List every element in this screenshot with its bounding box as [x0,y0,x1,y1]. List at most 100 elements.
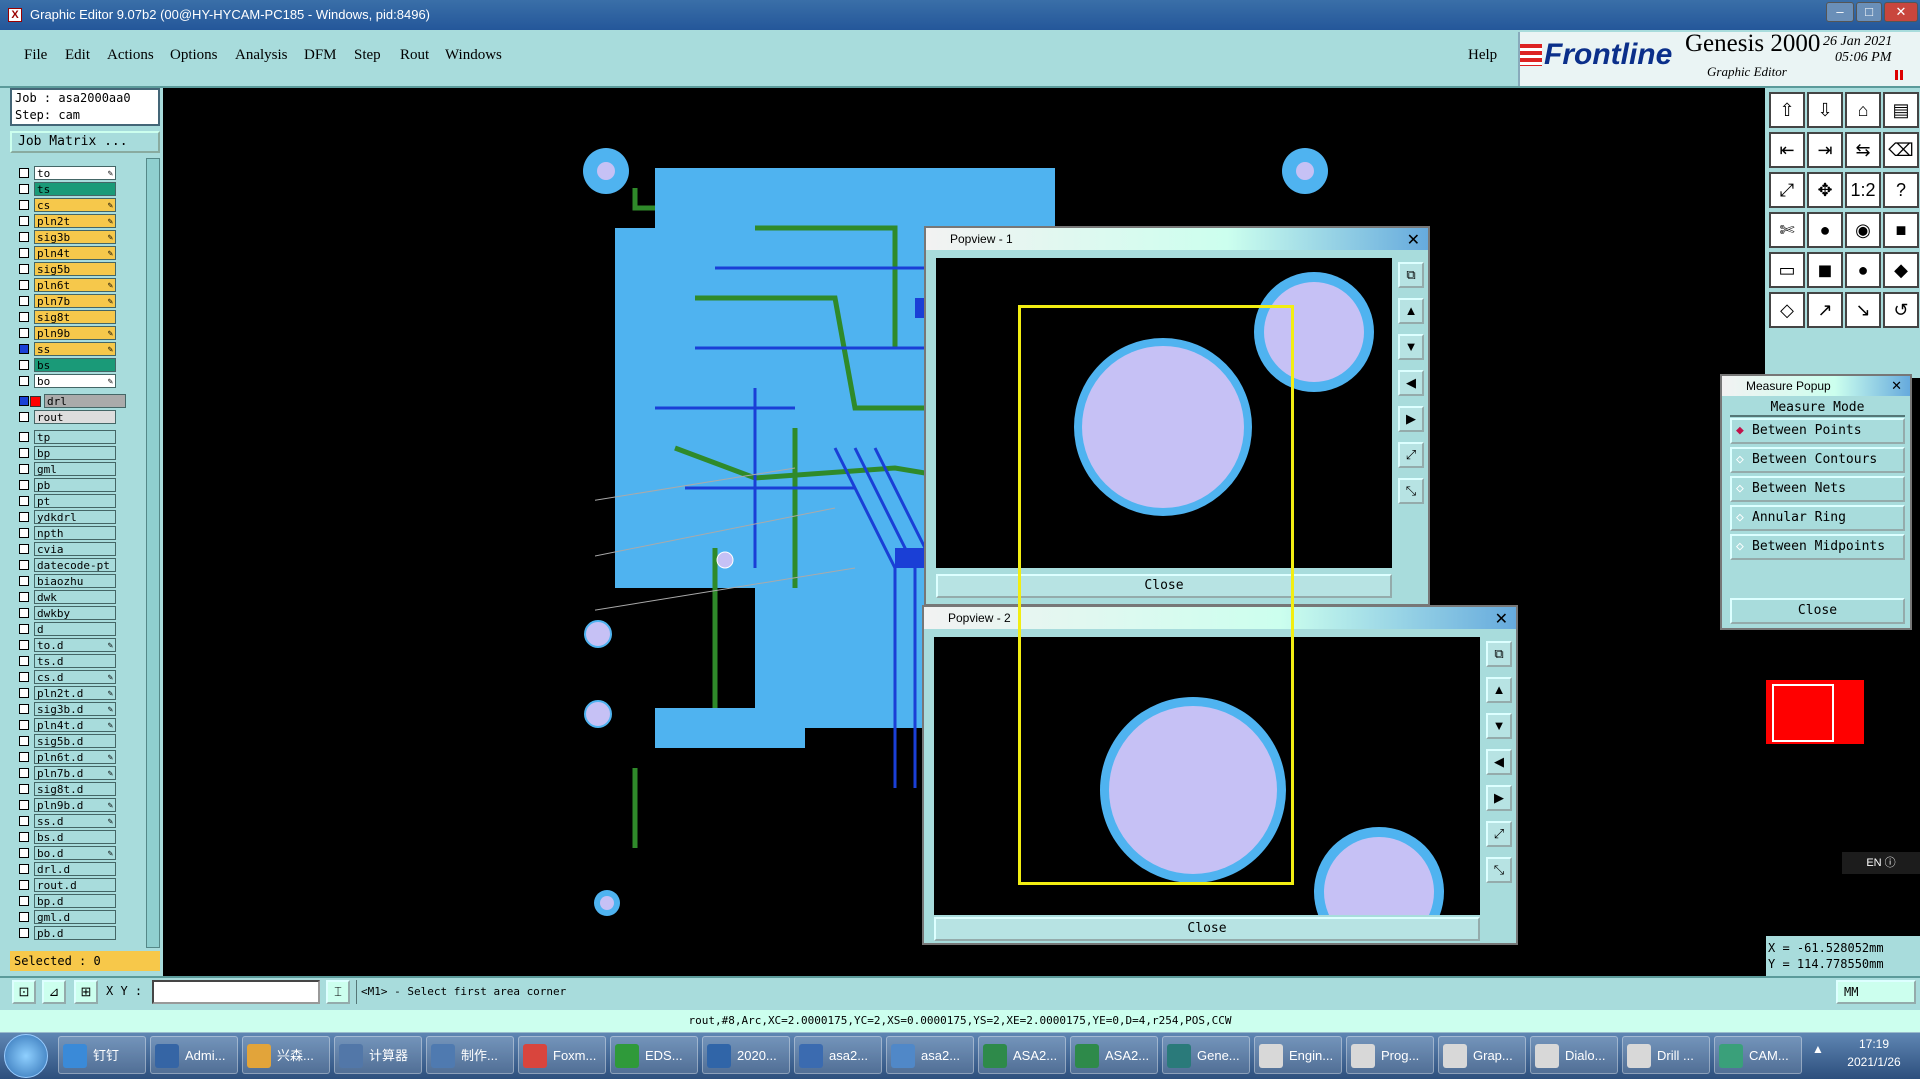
taskbar-item[interactable]: Engin... [1254,1036,1342,1074]
layer-visibility-checkbox[interactable] [19,248,29,258]
layer-visibility-checkbox[interactable] [19,496,29,506]
layer-visibility-checkbox[interactable] [19,896,29,906]
menu-analysis[interactable]: Analysis [235,47,288,64]
taskbar-item[interactable]: Drill ... [1622,1036,1710,1074]
rect-icon[interactable]: ▭ [1769,252,1805,288]
layer-name[interactable]: pln4t.d ✎ [34,718,116,732]
popview-1-zoom-out-icon[interactable]: ⤡ [1398,478,1424,504]
layer-name[interactable]: pt [34,494,116,508]
layer-row-pln2t[interactable]: pln2t ✎ [13,213,133,229]
menu-actions[interactable]: Actions [107,47,154,64]
layer-visibility-checkbox[interactable] [19,396,29,406]
layer-name[interactable]: pb.d [34,926,116,940]
layer-visibility-checkbox[interactable] [19,880,29,890]
layer-row-ss[interactable]: ss ✎ [13,341,133,357]
popview-1-pan-left-icon[interactable]: ◀ [1398,370,1424,396]
layer-name[interactable]: cs ✎ [34,198,116,212]
layer-name[interactable]: dwkby [34,606,116,620]
layer-visibility-checkbox[interactable] [19,624,29,634]
layer-edit-icon[interactable]: ✎ [108,343,113,355]
layer-row-sig3b[interactable]: sig3b ✎ [13,229,133,245]
layer-visibility-checkbox[interactable] [19,264,29,274]
layer-visibility-checkbox[interactable] [19,360,29,370]
xy-input[interactable] [152,980,320,1004]
layer-edit-icon[interactable]: ✎ [108,231,113,243]
layer-name[interactable]: bp [34,446,116,460]
layer-name[interactable]: rout.d [34,878,116,892]
block-icon[interactable]: ◼ [1807,252,1843,288]
taskbar-item[interactable]: Dialo... [1530,1036,1618,1074]
measure-between-contours[interactable]: ◇ Between Contours [1730,447,1905,473]
layer-name[interactable]: sig8t [34,310,116,324]
layer-name[interactable]: drl [44,394,126,408]
menu-rout[interactable]: Rout [400,47,429,64]
layer-row-sig3b.d[interactable]: sig3b.d ✎ [13,701,133,717]
layer-visibility-checkbox[interactable] [19,216,29,226]
layer-edit-icon[interactable]: ✎ [108,767,113,779]
layer-visibility-checkbox[interactable] [19,848,29,858]
language-indicator[interactable]: EN ⓘ [1842,852,1920,874]
popview-1-pan-right-icon[interactable]: ▶ [1398,406,1424,432]
measure-annular-ring[interactable]: ◇ Annular Ring [1730,505,1905,531]
layer-edit-icon[interactable]: ✎ [108,703,113,715]
layer-row-ydkdrl[interactable]: ydkdrl [13,509,133,525]
layer-name[interactable]: pln7b.d ✎ [34,766,116,780]
layer-visibility-checkbox[interactable] [19,328,29,338]
layer-row-pln6t[interactable]: pln6t ✎ [13,277,133,293]
layer-row-pln7b[interactable]: pln7b ✎ [13,293,133,309]
cut-icon[interactable]: ✄ [1769,212,1805,248]
layer-row-tp[interactable]: tp [13,429,133,445]
swap-icon[interactable]: ⇆ [1845,132,1881,168]
layer-name[interactable]: pln6t.d ✎ [34,750,116,764]
down-icon[interactable]: ⇩ [1807,92,1843,128]
layer-row-pln9b[interactable]: pln9b ✎ [13,325,133,341]
layer-row-pln9b.d[interactable]: pln9b.d ✎ [13,797,133,813]
layer-row-drl[interactable]: drl [13,393,133,409]
layer-visibility-checkbox[interactable] [19,480,29,490]
layer-name[interactable]: ts.d [34,654,116,668]
layer-visibility-checkbox[interactable] [19,448,29,458]
layer-name[interactable]: bo ✎ [34,374,116,388]
taskbar-item[interactable]: 2020... [702,1036,790,1074]
taskbar-item[interactable]: Prog... [1346,1036,1434,1074]
layer-visibility-checkbox[interactable] [19,784,29,794]
layer-visibility-checkbox[interactable] [19,928,29,938]
menu-windows[interactable]: Windows [445,47,502,64]
popview-1-zoom-icon[interactable]: ⧉ [1398,262,1424,288]
scale-icon[interactable]: 1:2 [1845,172,1881,208]
layer-row-cvia[interactable]: cvia [13,541,133,557]
layer-edit-icon[interactable]: ✎ [108,279,113,291]
layer-row-pt[interactable]: pt [13,493,133,509]
layer-name[interactable]: datecode-pt [34,558,116,572]
layer-row-ss.d[interactable]: ss.d ✎ [13,813,133,829]
layer-visibility-checkbox[interactable] [19,864,29,874]
layer-row-pb[interactable]: pb [13,477,133,493]
cursor-mode-icon[interactable]: ⌶ [326,980,350,1004]
layer-name[interactable]: gml.d [34,910,116,924]
layer-row-bs.d[interactable]: bs.d [13,829,133,845]
layer-visibility-checkbox[interactable] [19,232,29,242]
taskbar-item[interactable]: CAM... [1714,1036,1802,1074]
arrow-se-icon[interactable]: ↘ [1845,292,1881,328]
layer-name[interactable]: ts [34,182,116,196]
popview-2-pan-down-icon[interactable]: ▼ [1486,713,1512,739]
job-matrix-button[interactable]: Job Matrix ... [10,131,160,153]
layer-edit-icon[interactable]: ✎ [108,799,113,811]
outline-icon[interactable]: ◇ [1769,292,1805,328]
layer-row-cs[interactable]: cs ✎ [13,197,133,213]
layer-edit-icon[interactable]: ✎ [108,215,113,227]
measure-between-nets[interactable]: ◇ Between Nets [1730,476,1905,502]
taskbar-item[interactable]: EDS... [610,1036,698,1074]
units-button[interactable]: MM [1836,980,1916,1004]
layer-name[interactable]: rout [34,410,116,424]
layer-visibility-checkbox[interactable] [19,312,29,322]
layer-visibility-checkbox[interactable] [19,296,29,306]
start-button[interactable] [4,1034,48,1078]
layer-row-bo.d[interactable]: bo.d ✎ [13,845,133,861]
layer-row-ts.d[interactable]: ts.d [13,653,133,669]
layer-name[interactable]: bs.d [34,830,116,844]
taskbar-item[interactable]: Admi... [150,1036,238,1074]
layer-visibility-checkbox[interactable] [19,528,29,538]
layer-visibility-checkbox[interactable] [19,560,29,570]
layer-name[interactable]: pb [34,478,116,492]
